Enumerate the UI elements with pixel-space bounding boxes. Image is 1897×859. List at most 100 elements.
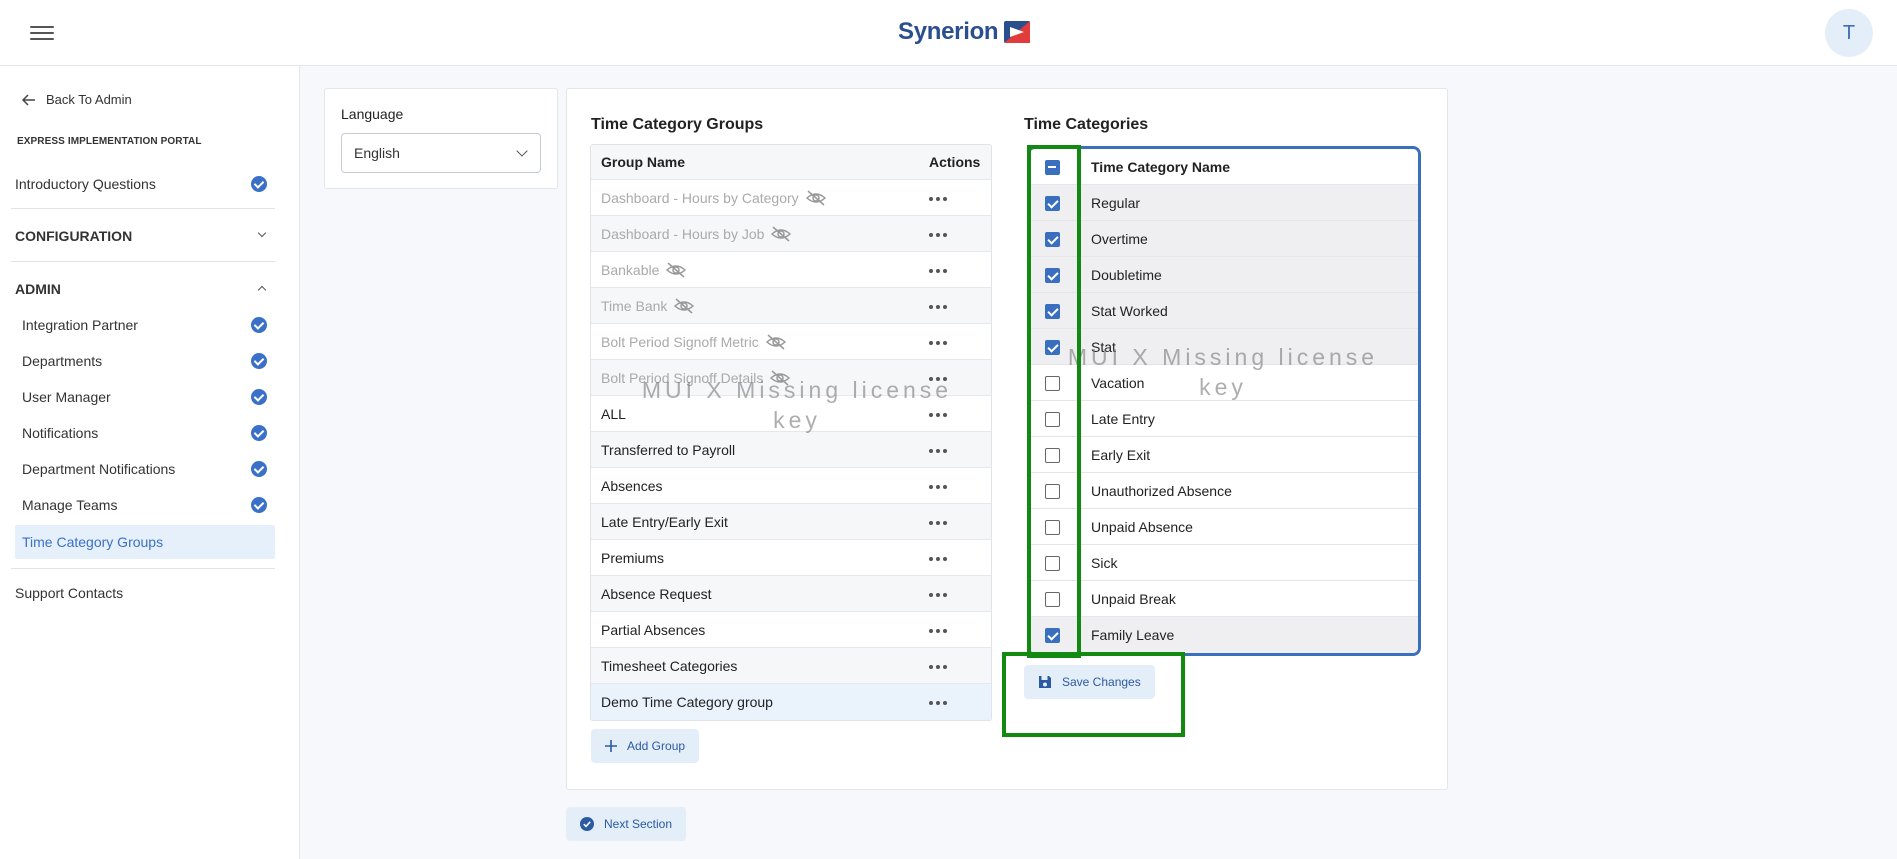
divider — [11, 208, 275, 209]
eye-off-icon — [805, 189, 826, 206]
back-to-admin-link[interactable]: Back To Admin — [22, 92, 132, 107]
more-actions-icon[interactable] — [929, 629, 947, 633]
table-row[interactable]: Dashboard - Hours by Category — [591, 180, 991, 216]
table-row[interactable]: Transferred to Payroll — [591, 432, 991, 468]
check-circle-icon — [251, 176, 267, 192]
eye-off-icon — [666, 261, 687, 278]
more-actions-icon[interactable] — [929, 233, 947, 237]
sidebar-item-integration-partner[interactable]: Integration Partner — [15, 308, 275, 342]
sidebar-item-notifications[interactable]: Notifications — [15, 416, 275, 450]
table-row[interactable]: Unpaid Absence — [1030, 509, 1418, 545]
check-circle-icon — [251, 389, 267, 405]
table-row[interactable]: Family Leave — [1030, 617, 1418, 653]
sidebar-item-support-contacts[interactable]: Support Contacts — [15, 576, 275, 610]
table-row[interactable]: Unpaid Break — [1030, 581, 1418, 617]
row-checkbox[interactable] — [1045, 412, 1060, 427]
section-admin[interactable]: ADMIN — [15, 272, 275, 306]
more-actions-icon[interactable] — [929, 377, 947, 381]
sidebar-item-time-category-groups[interactable]: Time Category Groups — [15, 525, 275, 559]
more-actions-icon[interactable] — [929, 305, 947, 309]
app-header: Synerion T — [0, 0, 1897, 66]
sidebar-item-department-notifications[interactable]: Department Notifications — [15, 452, 275, 486]
groups-table: Group Name Actions Dashboard - Hours by … — [590, 144, 992, 721]
table-row[interactable]: Late Entry — [1030, 401, 1418, 437]
table-row[interactable]: Absences — [591, 468, 991, 504]
sidebar-item-user-manager[interactable]: User Manager — [15, 380, 275, 414]
save-changes-button[interactable]: Save Changes — [1024, 665, 1155, 699]
row-checkbox[interactable] — [1045, 484, 1060, 499]
more-actions-icon[interactable] — [929, 413, 947, 417]
column-actions: Actions — [929, 154, 981, 170]
more-actions-icon[interactable] — [929, 449, 947, 453]
language-select[interactable]: English — [341, 133, 541, 173]
language-label: Language — [341, 106, 404, 122]
plus-icon — [605, 740, 617, 752]
column-group-name: Group Name — [601, 154, 686, 170]
table-row[interactable]: Stat Worked — [1030, 293, 1418, 329]
table-row[interactable]: Timesheet Categories — [591, 648, 991, 684]
table-row[interactable]: Dashboard - Hours by Job — [591, 216, 991, 252]
table-row[interactable]: Regular — [1030, 185, 1418, 221]
table-row-selected[interactable]: Demo Time Category group — [591, 684, 991, 720]
row-checkbox[interactable] — [1045, 232, 1060, 247]
row-checkbox[interactable] — [1045, 592, 1060, 607]
table-row[interactable]: Sick — [1030, 545, 1418, 581]
divider — [11, 568, 275, 569]
categories-title: Time Categories — [1024, 116, 1149, 133]
table-row[interactable]: Bolt Period Signoff Metric — [591, 324, 991, 360]
table-row[interactable]: Unauthorized Absence — [1030, 473, 1418, 509]
more-actions-icon[interactable] — [929, 593, 947, 597]
column-time-category-name: Time Category Name — [1091, 158, 1231, 175]
check-circle-icon — [251, 497, 267, 513]
table-row[interactable]: Partial Absences — [591, 612, 991, 648]
more-actions-icon[interactable] — [929, 665, 947, 669]
table-row[interactable]: Doubletime — [1030, 257, 1418, 293]
row-checkbox[interactable] — [1045, 556, 1060, 571]
table-row[interactable]: Premiums — [591, 540, 991, 576]
table-row[interactable]: ALL — [591, 396, 991, 432]
row-checkbox[interactable] — [1045, 304, 1060, 319]
table-row[interactable]: Bankable — [591, 252, 991, 288]
portal-title: EXPRESS IMPLEMENTATION PORTAL — [17, 136, 202, 147]
row-checkbox[interactable] — [1045, 448, 1060, 463]
table-row[interactable]: Early Exit — [1030, 437, 1418, 473]
table-row[interactable]: Overtime — [1030, 221, 1418, 257]
more-actions-icon[interactable] — [929, 521, 947, 525]
more-actions-icon[interactable] — [929, 485, 947, 489]
sidebar-item-manage-teams[interactable]: Manage Teams — [15, 488, 275, 522]
row-checkbox[interactable] — [1045, 520, 1060, 535]
groups-title: Time Category Groups — [591, 116, 764, 133]
user-avatar[interactable]: T — [1825, 9, 1873, 57]
table-row[interactable]: Bolt Period Signoff Details — [591, 360, 991, 396]
more-actions-icon[interactable] — [929, 557, 947, 561]
add-group-button[interactable]: Add Group — [591, 729, 700, 763]
next-section-button[interactable]: Next Section — [566, 807, 687, 841]
eye-off-icon — [674, 297, 695, 314]
table-row[interactable]: Time Bank — [591, 288, 991, 324]
row-checkbox[interactable] — [1045, 340, 1060, 355]
row-checkbox[interactable] — [1045, 268, 1060, 283]
back-label: Back To Admin — [46, 92, 132, 107]
more-actions-icon[interactable] — [929, 269, 947, 273]
sidebar-item-departments[interactable]: Departments — [15, 344, 275, 378]
language-card: Language English — [324, 88, 558, 189]
more-actions-icon[interactable] — [929, 701, 947, 705]
table-row[interactable]: Late Entry/Early Exit — [591, 504, 991, 540]
table-row[interactable]: Stat — [1030, 329, 1418, 365]
row-checkbox[interactable] — [1045, 196, 1060, 211]
menu-icon[interactable] — [30, 22, 54, 42]
sidebar-item-introductory-questions[interactable]: Introductory Questions — [15, 167, 275, 201]
more-actions-icon[interactable] — [929, 341, 947, 345]
chevron-up-icon — [257, 285, 267, 295]
divider — [11, 261, 275, 262]
table-row[interactable]: Absence Request — [591, 576, 991, 612]
more-actions-icon[interactable] — [929, 197, 947, 201]
section-configuration[interactable]: CONFIGURATION — [15, 219, 275, 253]
check-circle-icon — [251, 461, 267, 477]
table-row[interactable]: Vacation — [1030, 365, 1418, 401]
language-value: English — [354, 145, 400, 161]
brand-name: Synerion — [898, 18, 999, 45]
row-checkbox[interactable] — [1045, 628, 1060, 643]
select-all-checkbox[interactable] — [1045, 160, 1060, 175]
row-checkbox[interactable] — [1045, 376, 1060, 391]
